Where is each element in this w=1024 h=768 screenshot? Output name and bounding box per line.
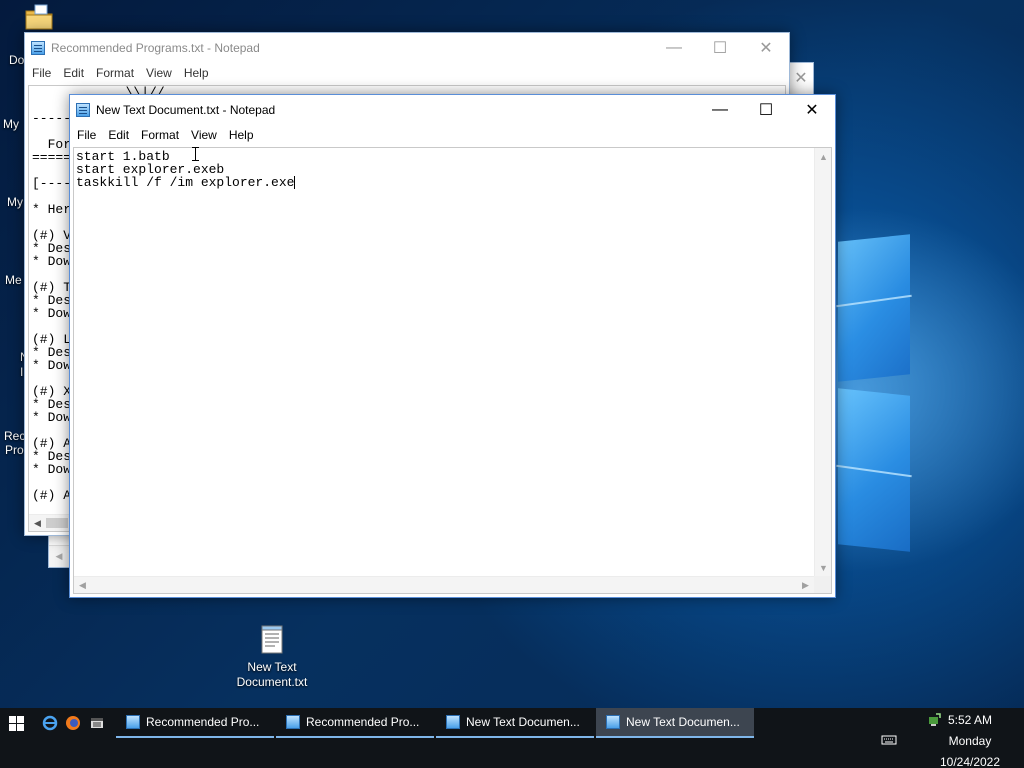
notepad-icon <box>606 715 620 729</box>
scroll-left-arrow[interactable]: ◀ <box>74 577 91 594</box>
scroll-up-arrow[interactable]: ▲ <box>815 148 832 165</box>
scroll-left-arrow[interactable]: ◀ <box>29 515 46 532</box>
desktop-label-partial[interactable]: Rec <box>4 429 25 443</box>
text-line: taskkill /f /im explorer.exe <box>76 175 295 190</box>
desktop-file-new-text-document[interactable]: New Text Document.txt <box>232 624 312 690</box>
menu-bar: File Edit Format View Help <box>70 125 835 145</box>
system-clock[interactable]: 5:52 AM Monday 10/24/2022 <box>930 710 1010 768</box>
maximize-button[interactable]: ☐ <box>697 33 743 63</box>
menu-help[interactable]: Help <box>224 128 259 142</box>
folder-icon[interactable] <box>24 2 54 32</box>
desktop-file-label: New Text <box>247 660 297 674</box>
start-button[interactable] <box>0 708 32 738</box>
desktop-label-partial[interactable]: Do <box>9 53 24 67</box>
ibeam-cursor-icon <box>192 147 199 161</box>
menu-format[interactable]: Format <box>136 128 184 142</box>
text-editor[interactable]: start 1.batb start explorer.exeb taskkil… <box>73 147 832 594</box>
menu-format[interactable]: Format <box>91 66 139 80</box>
taskbar-button-label: Recommended Pro... <box>146 715 260 729</box>
menu-view[interactable]: View <box>141 66 177 80</box>
menu-edit[interactable]: Edit <box>103 128 134 142</box>
taskbar-button-label: Recommended Pro... <box>306 715 420 729</box>
menu-view[interactable]: View <box>186 128 222 142</box>
scroll-right-arrow[interactable]: ▶ <box>797 577 814 594</box>
taskbar-button[interactable]: New Text Documen... <box>436 708 594 738</box>
horizontal-scrollbar[interactable]: ◀ ▶ <box>74 576 814 593</box>
taskbar-button-active[interactable]: New Text Documen... <box>596 708 754 738</box>
taskbar-button[interactable]: Recommended Pro... <box>276 708 434 738</box>
minimize-button[interactable]: — <box>697 95 743 125</box>
notepad-icon <box>286 715 300 729</box>
windows-logo-pane-top <box>838 234 910 382</box>
notepad-icon <box>446 715 460 729</box>
window-title: Recommended Programs.txt - Notepad <box>51 41 260 55</box>
ie-icon[interactable] <box>40 713 60 733</box>
close-button[interactable]: ✕ <box>789 95 835 125</box>
editor-content: start 1.batb start explorer.exeb taskkil… <box>76 150 811 573</box>
close-button[interactable]: ✕ <box>743 33 789 63</box>
taskbar-button-label: New Text Documen... <box>626 715 740 729</box>
menu-file[interactable]: File <box>27 66 56 80</box>
notepad-icon <box>31 41 45 55</box>
close-icon[interactable]: ✕ <box>789 63 813 93</box>
clock-day: Monday <box>948 734 992 748</box>
text-caret <box>294 176 296 189</box>
menu-edit[interactable]: Edit <box>58 66 89 80</box>
scroll-left-arrow[interactable]: ◀ <box>49 545 69 567</box>
desktop-label-partial[interactable]: Me <box>5 273 22 287</box>
desktop-label-partial[interactable]: My <box>3 117 19 131</box>
keyboard-icon[interactable] <box>881 734 897 746</box>
notepad-file-icon <box>261 624 283 654</box>
notepad-icon <box>76 103 90 117</box>
taskbar-button[interactable]: Recommended Pro... <box>116 708 274 738</box>
scroll-down-arrow[interactable]: ▼ <box>815 559 832 576</box>
title-bar[interactable]: Recommended Programs.txt - Notepad — ☐ ✕ <box>25 33 789 63</box>
notepad-window-new-text-document[interactable]: New Text Document.txt - Notepad — ☐ ✕ Fi… <box>69 94 836 598</box>
clock-date: 10/24/2022 <box>939 755 1001 768</box>
scrollbar-corner <box>814 576 831 593</box>
firefox-icon[interactable] <box>63 713 83 733</box>
menu-file[interactable]: File <box>72 128 101 142</box>
vertical-scrollbar[interactable]: ▲ ▼ <box>814 148 831 576</box>
window-title: New Text Document.txt - Notepad <box>96 103 276 117</box>
windows-logo-icon <box>8 715 24 731</box>
taskbar-button-label: New Text Documen... <box>466 715 580 729</box>
taskbar: Recommended Pro... Recommended Pro... Ne… <box>0 708 1024 768</box>
desktop-label-partial[interactable]: Pro <box>5 443 24 457</box>
maximize-button[interactable]: ☐ <box>743 95 789 125</box>
scroll-thumb[interactable] <box>46 518 68 528</box>
menu-help[interactable]: Help <box>179 66 214 80</box>
desktop-label-partial[interactable]: My <box>7 195 23 209</box>
menu-bar: File Edit Format View Help <box>25 63 789 83</box>
notepad-icon <box>126 715 140 729</box>
minimize-button[interactable]: — <box>651 33 697 63</box>
desktop-file-label: Document.txt <box>236 675 308 689</box>
clock-time: 5:52 AM <box>947 713 993 727</box>
media-icon[interactable] <box>87 713 107 733</box>
title-bar[interactable]: New Text Document.txt - Notepad — ☐ ✕ <box>70 95 835 125</box>
desktop-label-partial[interactable]: I <box>20 365 23 379</box>
